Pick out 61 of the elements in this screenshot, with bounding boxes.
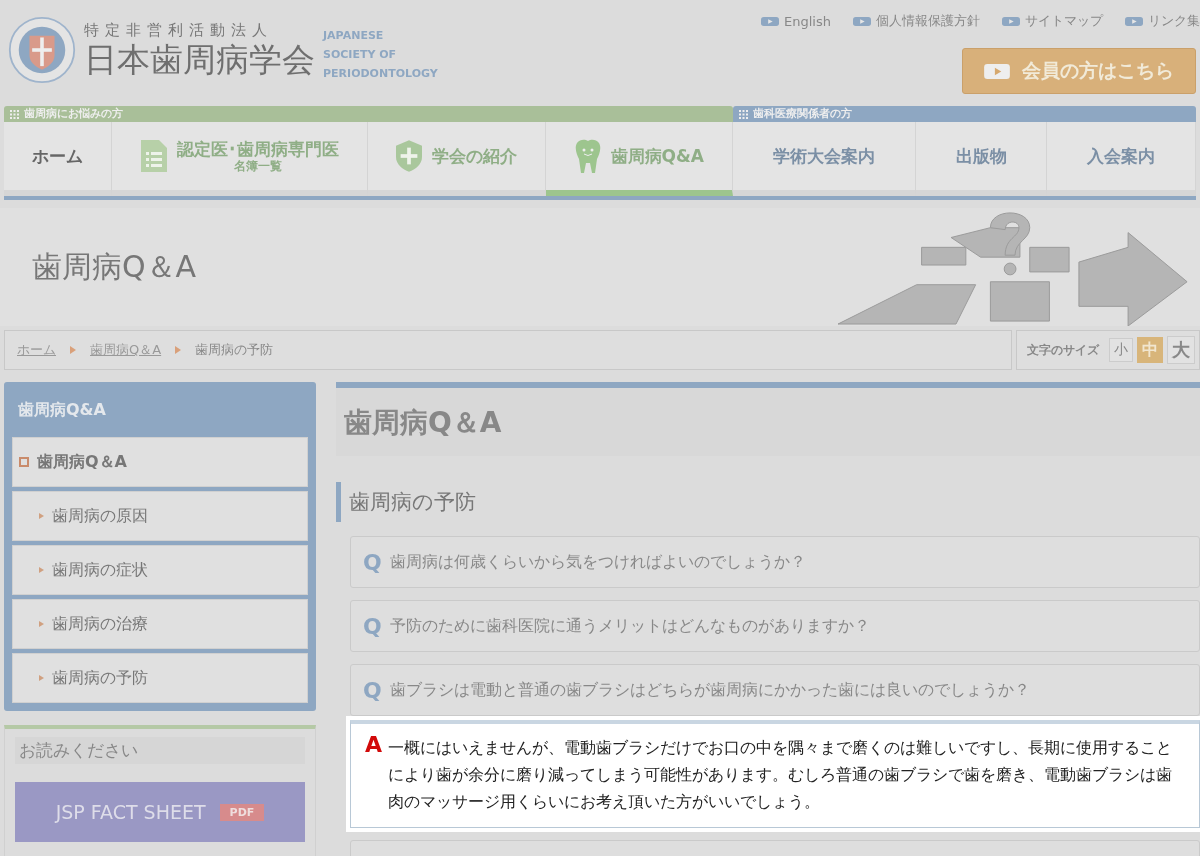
member-login-button[interactable]: 会員の方はこちら [962,48,1196,94]
font-size-button[interactable]: 中 [1137,337,1163,363]
fact-sheet-banner[interactable]: JSP FACT SHEET PDF [15,782,305,842]
organization-name: 日本歯周病学会 [84,39,315,80]
question-text: 歯周病は何歳くらいから気をつければよいのでしょうか？ [389,551,806,573]
question-mark: Q [363,677,382,703]
sidebar-subitem[interactable]: 歯周病の治療 [12,599,308,649]
question-mark: Q [363,613,382,639]
header-link[interactable]: English [761,12,831,30]
tooth-icon [574,139,601,173]
grip-dots-icon [739,109,749,119]
english-name-line: SOCIETY OF [323,46,398,63]
triangle-bullet-icon [39,675,44,681]
nav-tab[interactable]: 出版物 [915,122,1048,196]
header-link[interactable]: 個人情報保護方針 [853,12,980,30]
header-link[interactable]: サイトマップ [1002,12,1103,30]
font-size-button[interactable]: 大 [1167,336,1195,364]
triangle-bullet-icon [39,513,44,519]
english-name-line: JAPANESE [323,27,385,44]
question-row[interactable]: Q 予防のために歯科医院に通うメリットはどんなものがありますか？ [350,600,1200,652]
society-emblem-icon [8,16,76,84]
pdf-badge: PDF [219,803,265,821]
sidebar-title: 歯周病Q&A [17,399,107,421]
sidebar-subitem[interactable]: 歯周病の原因 [12,491,308,541]
nav-group-title: 歯科医療関係者の方 [753,106,853,122]
nav-tab[interactable]: 認定医･歯周病専門医 名簿一覧 [112,122,368,196]
breadcrumb-current: 歯周病の予防 [195,341,274,359]
question-mark: Q [363,549,382,575]
font-size-button[interactable]: 小 [1109,338,1133,362]
square-bullet-icon [19,457,29,467]
breadcrumb-arrow-icon [70,346,76,354]
header-link[interactable]: リンク集 [1125,12,1200,30]
fact-sheet-label: JSP FACT SHEET [55,801,206,823]
notice-title: お読みください [15,737,305,764]
nav-tab[interactable]: 学術大会案内 [733,122,916,196]
organization-type: 特定非営利活動法人 [84,20,274,40]
grip-dots-icon [10,109,19,119]
question-text: 予防のために歯科医院に通うメリットはどんなものがありますか？ [389,615,870,637]
question-row[interactable]: Q 歯ブラシは電動と普通の歯ブラシはどちらが歯周病にかかった歯には良いのでしょうか？ [350,664,1200,716]
font-size-label: 文字のサイズ [1027,341,1099,359]
page-heading: 歯周病Q＆A [336,382,1200,456]
answer-mark: A [365,734,383,759]
sidebar-subitem[interactable]: 歯周病の予防 [12,653,308,703]
question-row[interactable]: Q 歯周病は何歳くらいから気をつければよいのでしょうか？ [350,536,1200,588]
nav-tab[interactable]: ホーム [4,122,113,196]
breadcrumb-link[interactable]: 歯周病Q＆A [90,341,162,359]
section-heading: 歯周病の予防 [336,482,1200,522]
nav-tab[interactable]: 学会の紹介 [367,122,547,196]
sidebar-item[interactable]: 歯周病Q＆A [12,437,308,487]
answer-text: 一概にはいえませんが、電動歯ブラシだけでお口の中を隅々まで磨くのは難しいですし、長期に使用することにより歯が余分に磨り減ってしまう可能性があります。むしろ普通の歯ブラシで歯を磨き、電動歯ブラシは歯肉のマッサージ用くらいにお考え頂いた方がいいでしょう。 [388,737,1174,813]
triangle-bullet-icon [39,567,44,573]
breadcrumb-arrow-icon [175,346,182,354]
nav-tab[interactable]: 入会案内 [1047,122,1196,196]
nav-group-title: 歯周病にお悩みの方 [24,106,123,122]
banner-title: 歯周病Q＆A [31,247,197,286]
list-document-icon [140,139,167,173]
sidebar-subitem[interactable]: 歯周病の症状 [12,545,308,595]
triangle-bullet-icon [39,621,44,627]
shield-cross-icon [396,139,423,173]
question-text: 歯ブラシは電動と普通の歯ブラシはどちらが歯周病にかかった歯には良いのでしょうか？ [389,679,1030,701]
english-name-line: PERIODONTOLOGY [323,65,438,82]
